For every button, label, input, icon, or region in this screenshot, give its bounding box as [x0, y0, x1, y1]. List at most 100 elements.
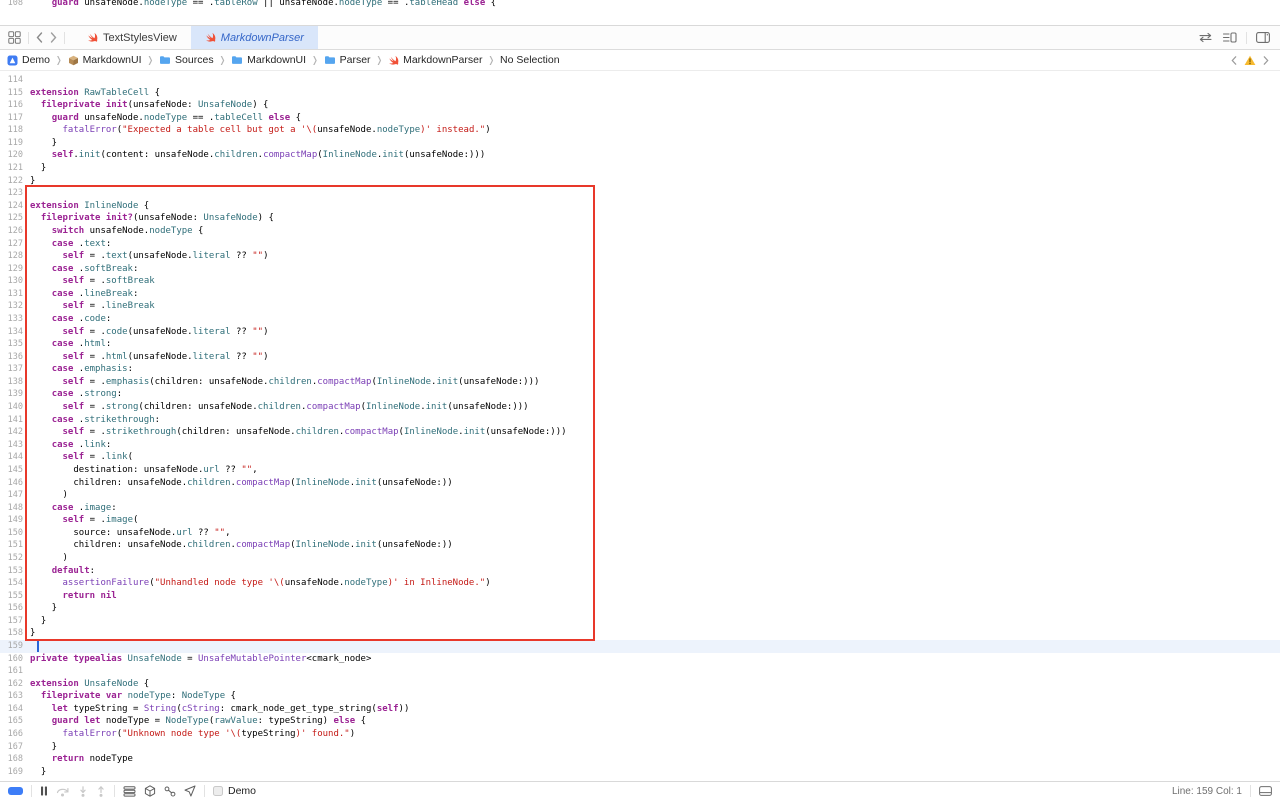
code-line[interactable]: 125 fileprivate init?(unsafeNode: Unsafe…: [0, 212, 1280, 225]
code-line[interactable]: 127 case .text:: [0, 238, 1280, 251]
breadcrumb-item-parser[interactable]: Parser: [324, 54, 371, 66]
code-line[interactable]: 144 self = .link(: [0, 451, 1280, 464]
line-number[interactable]: 159: [0, 640, 30, 653]
code-line[interactable]: 165 guard let nodeType = NodeType(rawVal…: [0, 715, 1280, 728]
code-line[interactable]: 146 children: unsafeNode.children.compac…: [0, 477, 1280, 490]
line-number[interactable]: 144: [0, 451, 30, 464]
line-number[interactable]: 118: [0, 124, 30, 137]
code-line[interactable]: 161: [0, 665, 1280, 678]
code-line[interactable]: 159: [0, 640, 1280, 653]
code-line[interactable]: 118 fatalError("Expected a table cell bu…: [0, 124, 1280, 137]
code-line[interactable]: 120 self.init(content: unsafeNode.childr…: [0, 149, 1280, 162]
line-number[interactable]: 137: [0, 363, 30, 376]
line-number[interactable]: 160: [0, 653, 30, 666]
line-number[interactable]: 167: [0, 741, 30, 754]
line-number[interactable]: 142: [0, 426, 30, 439]
line-number[interactable]: 163: [0, 690, 30, 703]
line-number[interactable]: 145: [0, 464, 30, 477]
code-line[interactable]: 124 extension InlineNode {: [0, 200, 1280, 213]
line-number[interactable]: 157: [0, 615, 30, 628]
breakpoints-toggle-button[interactable]: [8, 787, 23, 795]
line-number[interactable]: 116: [0, 99, 30, 112]
code-line[interactable]: 155 return nil: [0, 590, 1280, 603]
tab-textstylesview[interactable]: TextStylesView: [73, 26, 191, 49]
code-line[interactable]: 150 source: unsafeNode.url ?? "",: [0, 527, 1280, 540]
code-line[interactable]: 141 case .strikethrough:: [0, 414, 1280, 427]
code-line[interactable]: 142 self = .strikethrough(children: unsa…: [0, 426, 1280, 439]
counterparts-icon[interactable]: [1198, 32, 1213, 43]
inspector-toggle-icon[interactable]: [1256, 32, 1270, 43]
line-number[interactable]: 154: [0, 577, 30, 590]
editor-arrangement-icon[interactable]: [1222, 32, 1237, 43]
code-line[interactable]: 128 self = .text(unsafeNode.literal ?? "…: [0, 250, 1280, 263]
line-number[interactable]: 121: [0, 162, 30, 175]
simulate-location-button[interactable]: [184, 785, 196, 797]
pause-button[interactable]: [40, 786, 48, 796]
line-number[interactable]: 133: [0, 313, 30, 326]
breadcrumb-item-sources[interactable]: Sources: [159, 54, 214, 66]
line-number[interactable]: 166: [0, 728, 30, 741]
code-line[interactable]: 114: [0, 74, 1280, 87]
code-line[interactable]: 157 }: [0, 615, 1280, 628]
back-chevron-icon[interactable]: [36, 32, 43, 43]
line-number[interactable]: 150: [0, 527, 30, 540]
code-line[interactable]: 154 assertionFailure("Unhandled node typ…: [0, 577, 1280, 590]
code-line[interactable]: 115 extension RawTableCell {: [0, 87, 1280, 100]
line-number[interactable]: 169: [0, 766, 30, 779]
code-line[interactable]: 137 case .emphasis:: [0, 363, 1280, 376]
code-line[interactable]: 167 }: [0, 741, 1280, 754]
step-out-button[interactable]: [96, 785, 106, 797]
line-number[interactable]: 148: [0, 502, 30, 515]
line-number[interactable]: 114: [0, 74, 30, 87]
forward-chevron-icon[interactable]: [50, 32, 57, 43]
step-over-button[interactable]: [56, 786, 70, 797]
code-line[interactable]: 126 switch unsafeNode.nodeType {: [0, 225, 1280, 238]
code-line[interactable]: 132 self = .lineBreak: [0, 300, 1280, 313]
code-line[interactable]: 158}: [0, 627, 1280, 640]
view-hierarchy-button[interactable]: [123, 785, 136, 797]
code-line[interactable]: 169 }: [0, 766, 1280, 779]
code-line[interactable]: 156 }: [0, 602, 1280, 615]
code-line[interactable]: 149 self = .image(: [0, 514, 1280, 527]
code-line[interactable]: 122}: [0, 175, 1280, 188]
code-line[interactable]: 163 fileprivate var nodeType: NodeType {: [0, 690, 1280, 703]
line-number[interactable]: 126: [0, 225, 30, 238]
code-line[interactable]: 152 ): [0, 552, 1280, 565]
line-number[interactable]: 139: [0, 388, 30, 401]
line-number[interactable]: 117: [0, 112, 30, 125]
line-number[interactable]: 158: [0, 627, 30, 640]
code-line[interactable]: 117 guard unsafeNode.nodeType == .tableC…: [0, 112, 1280, 125]
code-line[interactable]: 143 case .link:: [0, 439, 1280, 452]
line-number[interactable]: 161: [0, 665, 30, 678]
line-number[interactable]: 149: [0, 514, 30, 527]
breadcrumb-item-no-selection[interactable]: No Selection: [500, 54, 560, 66]
code-line[interactable]: 162 extension UnsafeNode {: [0, 678, 1280, 691]
code-line[interactable]: 119 }: [0, 137, 1280, 150]
line-number[interactable]: 119: [0, 137, 30, 150]
code-line[interactable]: 136 self = .html(unsafeNode.literal ?? "…: [0, 351, 1280, 364]
line-number[interactable]: 132: [0, 300, 30, 313]
line-number[interactable]: 156: [0, 602, 30, 615]
line-number[interactable]: 153: [0, 565, 30, 578]
code-line[interactable]: 131 case .lineBreak:: [0, 288, 1280, 301]
line-number[interactable]: 155: [0, 590, 30, 603]
code-line[interactable]: 145 destination: unsafeNode.url ?? "",: [0, 464, 1280, 477]
line-number[interactable]: 151: [0, 539, 30, 552]
tab-markdownparser[interactable]: MarkdownParser: [190, 26, 318, 49]
issues-back-chevron-icon[interactable]: [1231, 55, 1237, 65]
line-number[interactable]: 143: [0, 439, 30, 452]
line-number[interactable]: 120: [0, 149, 30, 162]
line-number[interactable]: 162: [0, 678, 30, 691]
warning-icon[interactable]: [1244, 55, 1256, 66]
line-number[interactable]: 146: [0, 477, 30, 490]
line-number[interactable]: 135: [0, 338, 30, 351]
code-line[interactable]: 166 fatalError("Unknown node type '\(typ…: [0, 728, 1280, 741]
code-line[interactable]: 139 case .strong:: [0, 388, 1280, 401]
code-line[interactable]: 108 guard unsafeNode.nodeType == .tableR…: [0, 0, 1280, 10]
code-line[interactable]: 153 default:: [0, 565, 1280, 578]
line-number[interactable]: 124: [0, 200, 30, 213]
line-number[interactable]: 141: [0, 414, 30, 427]
memory-graph-button[interactable]: [144, 785, 156, 797]
code-line[interactable]: 164 let typeString = String(cString: cma…: [0, 703, 1280, 716]
step-into-button[interactable]: [78, 785, 88, 797]
